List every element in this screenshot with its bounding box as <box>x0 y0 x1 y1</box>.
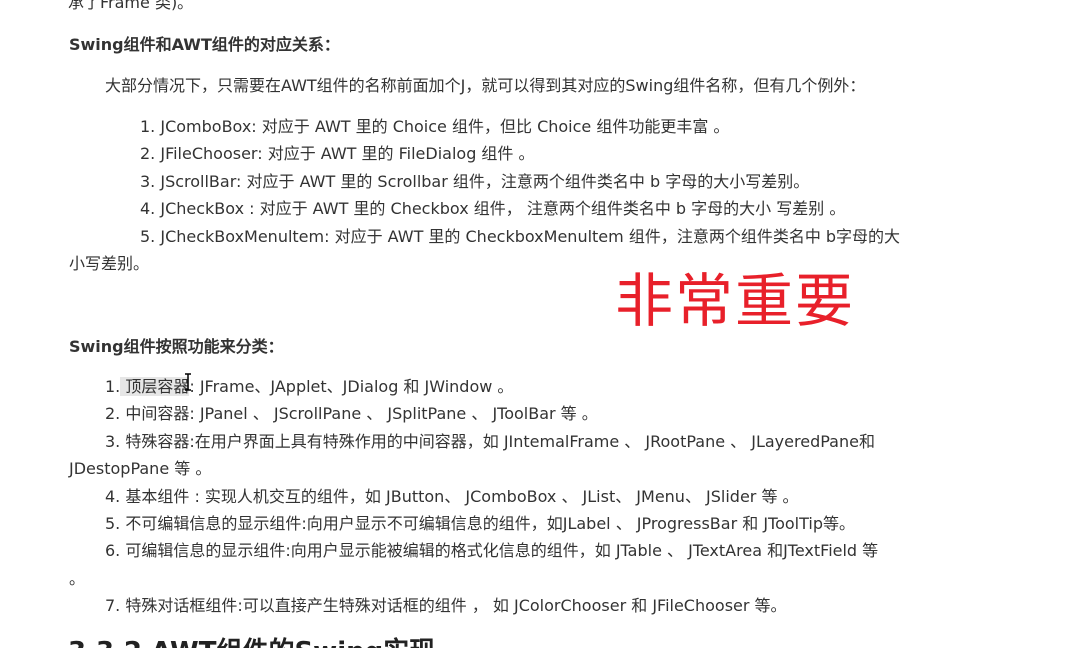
section1-item-5: 5. JCheckBoxMenultem: 对应于 AWT 里的 Checkbo… <box>140 227 901 246</box>
section1-intro: 大部分情况下，只需要在AWT组件的名称前面加个J，就可以得到其对应的Swing组… <box>105 76 866 95</box>
section1-item-4: 4. JCheckBox : 对应于 AWT 里的 Checkbox 组件， 注… <box>140 199 846 218</box>
section2-item-2: 2. 中间容器: JPanel 、 JScrollPane 、 JSplitPa… <box>105 404 598 423</box>
section1-item-1: 1. JComboBox: 对应于 AWT 里的 Choice 组件，但比 Ch… <box>140 117 730 136</box>
item1-rest: : JFrame、JApplet、JDialog 和 JWindow 。 <box>189 377 514 396</box>
section2-item-4: 4. 基本组件 : 实现人机交互的组件，如 JButton、 JComboBox… <box>105 487 799 506</box>
section2-heading: Swing组件按照功能来分类： <box>69 337 284 356</box>
section2-item-1[interactable]: 1. 顶层容器: JFrame、JApplet、JDialog 和 JWindo… <box>105 376 513 398</box>
text-cursor-icon <box>184 373 192 391</box>
section1-item-2: 2. JFileChooser: 对应于 AWT 里的 FileDialog 组… <box>140 144 535 163</box>
section2-item-3-wrap: JDestopPane 等 。 <box>69 459 212 478</box>
section2-item-7: 7. 特殊对话框组件:可以直接产生特殊对话框的组件 ， 如 JColorChoo… <box>105 596 787 615</box>
section2-item-5: 5. 不可编辑信息的显示组件:向用户显示不可编辑信息的组件，如JLabel 、 … <box>105 514 856 533</box>
item1-prefix: 1. <box>105 377 121 396</box>
selected-text-highlight[interactable]: 顶层容器 <box>120 377 190 396</box>
section1-item-3: 3. JScrollBar: 对应于 AWT 里的 Scrollbar 组件，注… <box>140 172 810 191</box>
section1-item-5-wrap: 小写差别。 <box>69 254 150 273</box>
next-section-heading: 3.3.2 AWT组件的Swing实现 <box>68 636 435 648</box>
section2-item-6-wrap: 。 <box>69 569 86 588</box>
important-stamp: 非常重要 <box>615 267 856 335</box>
top-cut-line: 承了Frame 类)。 <box>68 0 194 12</box>
section2-item-3: 3. 特殊容器:在用户界面上具有特殊作用的中间容器，如 JIntemalFram… <box>105 432 875 451</box>
section1-heading: Swing组件和AWT组件的对应关系： <box>69 35 340 54</box>
section2-item-6: 6. 可编辑信息的显示组件:向用户显示能被编辑的格式化信息的组件，如 JTabl… <box>105 541 879 560</box>
